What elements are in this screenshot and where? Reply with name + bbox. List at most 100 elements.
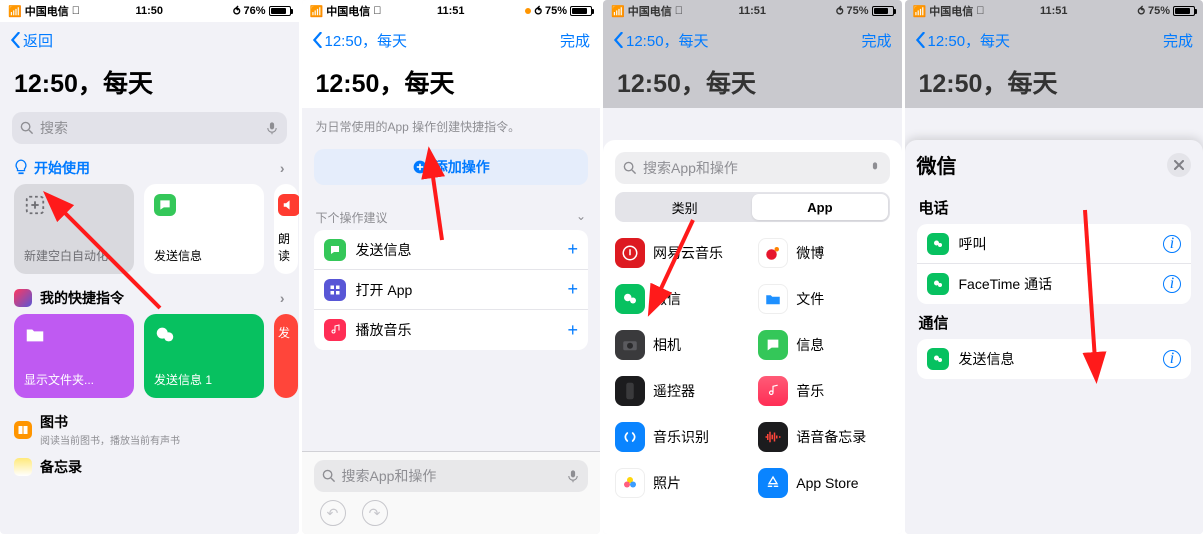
tile-speak[interactable]: 朗读 [274,184,298,274]
wechat-icon [615,284,645,314]
back-label: 返回 [23,30,53,51]
app-label: 微博 [796,243,824,263]
app-label: App Store [796,475,858,491]
tile-send-wechat[interactable]: 发送信息 1 [144,314,264,398]
wechat-icon [927,233,949,255]
back-button[interactable]: 12:50，每天 [915,30,1011,51]
tile-label: 发 [278,324,294,341]
app-netease-music[interactable]: 网易云音乐 [609,230,752,276]
get-started-header[interactable]: 开始使用 › [0,148,299,184]
app-voice-memos[interactable]: 语音备忘录 [752,414,895,460]
chevron-left-icon [915,32,926,48]
suggestion-open-app[interactable]: 打开 App + [314,270,589,310]
suggestion-play-music[interactable]: 播放音乐 + [314,310,589,350]
info-icon[interactable]: i [1163,350,1181,368]
section-comm: 通信 [905,304,1203,339]
notes-title: 备忘录 [40,457,82,477]
tile-send-message[interactable]: 发送信息 [144,184,264,274]
camera-icon [615,330,645,360]
wechat-icon [927,273,949,295]
apple-music-icon [758,376,788,406]
mic-icon[interactable] [265,121,279,135]
wechat-actions-sheet: 微信 电话 呼叫 i FaceTime 通话 i 通信 发送信息 i [905,140,1203,534]
battery-pct: 75% [846,5,868,17]
screen-2: 📶中国电信􀙇 11:51 ⥀75% 12:50，每天 完成 12:50，每天 为… [302,0,601,534]
suggestion-list: 发送信息 + 打开 App + 播放音乐 + [314,230,589,350]
chevron-down-icon[interactable]: ⌄ [576,209,586,226]
notes-row[interactable]: 备忘录 [0,453,299,483]
app-weibo[interactable]: 微博 [752,230,895,276]
info-icon[interactable]: i [1163,275,1181,293]
suggestion-send-message[interactable]: 发送信息 + [314,230,589,270]
back-button[interactable]: 12:50，每天 [312,30,408,51]
search-placeholder: 搜索 [40,118,68,138]
search-placeholder: 搜索App和操作 [342,466,437,486]
app-files[interactable]: 文件 [752,276,895,322]
tile-new-automation[interactable]: 新建空白自动化 [14,184,134,274]
books-row[interactable]: 图书 阅读当前图书，播放当前有声书 [0,398,299,453]
close-icon [1174,160,1184,170]
search-apps-input[interactable]: 搜索App和操作 [615,152,890,184]
nav-bar: 12:50，每天 完成 [905,22,1203,58]
close-button[interactable] [1167,153,1191,177]
tile-label: 显示文件夹... [24,371,124,388]
redo-button[interactable]: ↷ [362,500,388,526]
seg-category[interactable]: 类别 [617,194,752,220]
app-camera[interactable]: 相机 [609,322,752,368]
app-shazam[interactable]: 音乐识别 [609,414,752,460]
app-photos[interactable]: 照片 [609,460,752,506]
lightbulb-icon [14,159,28,177]
search-icon [623,161,637,175]
chevron-left-icon [312,32,323,48]
back-button[interactable]: 返回 [10,30,53,51]
action-label: 发送信息 [959,349,1015,369]
mic-icon[interactable] [868,161,882,175]
info-icon[interactable]: i [1163,235,1181,253]
add-action-button[interactable]: 添加操作 [314,149,589,185]
music-icon [324,319,346,341]
tile-send-partial[interactable]: 发 [274,314,298,398]
status-time: 11:51 [738,5,766,17]
action-send-message[interactable]: 发送信息 i [917,339,1192,379]
my-shortcuts-header[interactable]: 我的快捷指令 › [0,274,299,314]
chevron-right-icon: › [280,160,285,176]
tile-show-folder[interactable]: 显示文件夹... [14,314,134,398]
sheet-header: 微信 [905,140,1203,189]
section-phone: 电话 [905,189,1203,224]
mic-icon[interactable] [566,469,580,483]
nav-bar: 12:50，每天 完成 [302,22,601,58]
app-remote[interactable]: 遥控器 [609,368,752,414]
add-icon[interactable]: + [567,239,578,260]
seg-app[interactable]: App [752,194,887,220]
add-icon[interactable]: + [567,279,578,300]
segmented-control[interactable]: 类别 App [615,192,890,222]
done-button[interactable]: 完成 [1163,30,1193,51]
search-input[interactable]: 搜索 [12,112,287,144]
done-button[interactable]: 完成 [861,30,891,51]
app-appstore[interactable]: App Store [752,460,895,506]
add-icon[interactable]: + [567,320,578,341]
undo-button[interactable]: ↶ [320,500,346,526]
books-subtitle: 阅读当前图书，播放当前有声书 [40,432,180,447]
carrier: 中国电信 [628,3,672,19]
done-button[interactable]: 完成 [560,30,590,51]
action-facetime[interactable]: FaceTime 通话 i [917,264,1192,304]
shortcuts-icon [14,289,32,307]
voice-memos-icon [758,422,788,452]
carrier: 中国电信 [929,3,973,19]
message-icon [154,194,176,216]
app-label: 语音备忘录 [796,427,866,447]
action-label: 呼叫 [959,234,987,254]
app-messages[interactable]: 信息 [752,322,895,368]
status-bar: 📶中国电信􀙇 11:51 ⥀75% [603,0,902,22]
action-call[interactable]: 呼叫 i [917,224,1192,264]
search-icon [20,121,34,135]
app-wechat[interactable]: 微信 [609,276,752,322]
comm-list: 发送信息 i [917,339,1192,379]
app-label: 相机 [653,335,681,355]
app-music[interactable]: 音乐 [752,368,895,414]
search-apps-input[interactable]: 搜索App和操作 [314,460,589,492]
back-button[interactable]: 12:50，每天 [613,30,709,51]
notes-icon [14,458,32,476]
status-bar: 📶中国电信􀙇 11:51 ⥀75% [302,0,601,22]
